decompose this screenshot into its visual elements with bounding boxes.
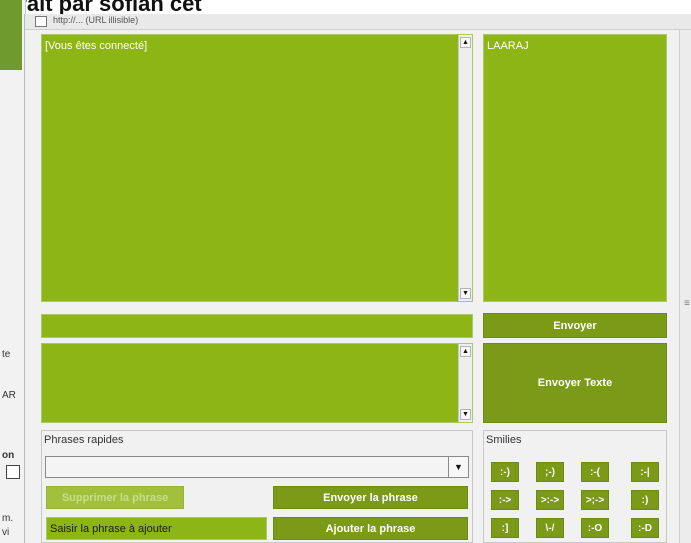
smiley-button[interactable]: :-) xyxy=(491,462,519,482)
smilies-title: Smilies xyxy=(486,434,522,446)
add-phrase-button[interactable]: Ajouter la phrase xyxy=(273,517,468,540)
window-right-edge: ≡ xyxy=(679,30,691,543)
send-text-button[interactable]: Envoyer Texte xyxy=(483,343,667,423)
smiley-button[interactable]: \-/ xyxy=(536,518,564,538)
scroll-up-icon[interactable]: ▲ xyxy=(460,37,471,48)
quick-phrases-title: Phrases rapides xyxy=(44,434,124,446)
smiley-button[interactable]: :-| xyxy=(631,462,659,482)
send-phrase-button[interactable]: Envoyer la phrase xyxy=(273,486,468,509)
user-list[interactable]: LAARAJ xyxy=(483,34,667,302)
window-titlebar: http://... (URL illisible) xyxy=(25,14,691,30)
smiley-button[interactable]: :-D xyxy=(631,518,659,538)
page-icon xyxy=(35,16,47,27)
smiley-button[interactable]: >;-> xyxy=(581,490,609,510)
smiley-button[interactable]: :-O xyxy=(581,518,609,538)
window-url: http://... (URL illisible) xyxy=(53,15,139,25)
text-area-scrollbar[interactable]: ▲ ▼ xyxy=(458,344,472,422)
resize-grip-icon: ≡ xyxy=(684,298,690,309)
user-list-item[interactable]: LAARAJ xyxy=(487,40,529,52)
send-button[interactable]: Envoyer xyxy=(483,313,667,338)
background-label: m. xyxy=(2,513,14,524)
text-input-area[interactable]: ▲ ▼ xyxy=(41,343,473,423)
message-input[interactable] xyxy=(41,314,473,338)
delete-phrase-button[interactable]: Supprimer la phrase xyxy=(46,486,184,509)
smiley-button[interactable]: :-( xyxy=(581,462,609,482)
background-window-strip: te AR on m. vi xyxy=(0,0,26,543)
scroll-up-icon[interactable]: ▲ xyxy=(460,346,471,357)
smiley-button[interactable]: >:-> xyxy=(536,490,564,510)
smilies-panel: Smilies :-) ;-) :-( :-| :-> >:-> >;-> :)… xyxy=(483,430,667,543)
chat-window: http://... (URL illisible) [Vous êtes co… xyxy=(24,14,691,543)
background-image xyxy=(0,0,22,70)
phrase-select[interactable]: ▼ xyxy=(45,456,469,478)
background-label: vi xyxy=(2,527,10,538)
chevron-down-icon[interactable]: ▼ xyxy=(448,457,468,477)
scroll-down-icon[interactable]: ▼ xyxy=(460,288,471,299)
quick-phrases-panel: Phrases rapides ▼ Supprimer la phrase En… xyxy=(41,430,473,543)
add-phrase-input[interactable]: Saisir la phrase à ajouter xyxy=(46,517,267,540)
messages-area[interactable]: [Vous êtes connecté] ▲ ▼ xyxy=(41,34,473,302)
smiley-button[interactable]: :] xyxy=(491,518,519,538)
smiley-button[interactable]: ;-) xyxy=(536,462,564,482)
smiley-button[interactable]: :-> xyxy=(491,490,519,510)
scroll-down-icon[interactable]: ▼ xyxy=(460,409,471,420)
background-label: on xyxy=(2,450,15,461)
connection-status: [Vous êtes connecté] xyxy=(45,40,148,52)
smiley-button[interactable]: :) xyxy=(631,490,659,510)
background-label: AR xyxy=(2,390,16,401)
messages-scrollbar[interactable]: ▲ ▼ xyxy=(458,35,472,301)
background-checkbox xyxy=(6,465,20,479)
background-label: te xyxy=(2,349,11,360)
